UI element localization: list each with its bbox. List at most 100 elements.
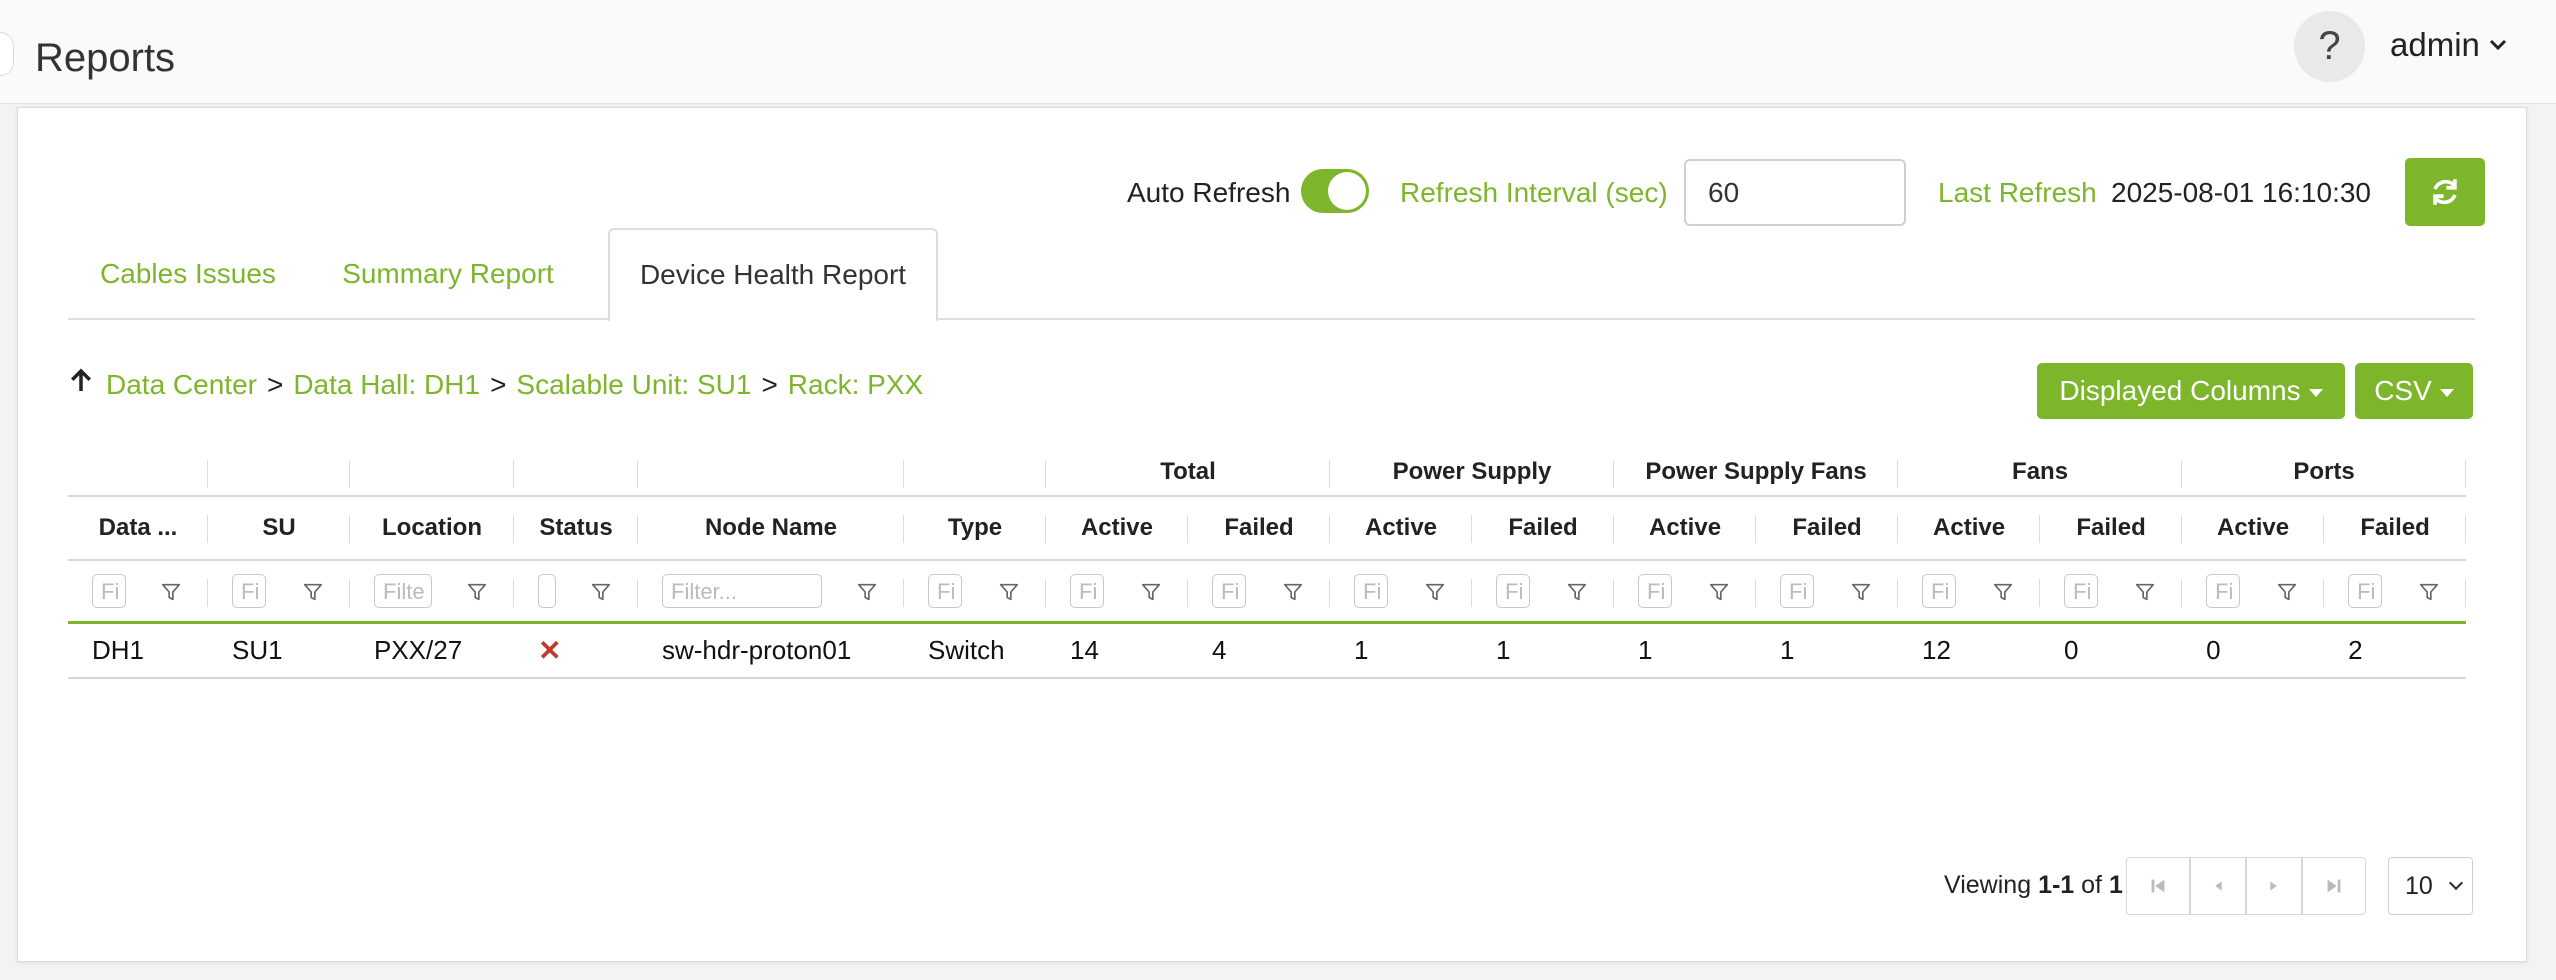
displayed-columns-label: Displayed Columns: [2059, 375, 2301, 406]
prev-page-icon: [2215, 881, 2222, 891]
filter-icon[interactable]: [1140, 581, 1162, 603]
breadcrumb-data-center[interactable]: Data Center: [106, 369, 257, 401]
last-page-icon: [2327, 879, 2341, 893]
filter-icon[interactable]: [2276, 581, 2298, 603]
column-header-node-name[interactable]: Node Name: [638, 496, 904, 561]
prev-page-button[interactable]: [2190, 857, 2246, 915]
filter-icon[interactable]: [1850, 581, 1872, 603]
breadcrumb: Data Center > Data Hall: DH1 > Scalable …: [66, 366, 923, 403]
up-arrow-icon[interactable]: [66, 366, 96, 403]
column-filter-input[interactable]: Filter...: [662, 573, 822, 608]
breadcrumb-scalable-unit[interactable]: Scalable Unit: SU1: [516, 369, 751, 401]
toggle-knob: [1328, 172, 1366, 210]
column-header-ps-active[interactable]: Active: [1330, 496, 1473, 561]
csv-button[interactable]: CSV: [2355, 363, 2473, 419]
tab-summary-report[interactable]: Summary Report: [308, 228, 588, 320]
column-filter-input[interactable]: Fi: [1212, 573, 1246, 608]
viewing-prefix: Viewing: [1944, 871, 2032, 899]
column-header-fans-failed[interactable]: Failed: [2040, 496, 2183, 561]
last-page-button[interactable]: [2302, 857, 2366, 915]
breadcrumb-data-hall[interactable]: Data Hall: DH1: [293, 369, 480, 401]
filter-icon[interactable]: [998, 581, 1020, 603]
auto-refresh-toggle[interactable]: [1301, 169, 1369, 213]
refresh-button[interactable]: [2405, 158, 2485, 226]
filter-icon[interactable]: [302, 581, 324, 603]
group-header: [904, 448, 1046, 497]
tab-cables-issues[interactable]: Cables Issues: [68, 228, 308, 320]
column-header-ps-failed[interactable]: Failed: [1472, 496, 1615, 561]
column-filter-input[interactable]: Fi: [2206, 573, 2241, 608]
displayed-columns-button[interactable]: Displayed Columns: [2037, 363, 2345, 419]
filter-icon[interactable]: [1992, 581, 2014, 603]
column-filter-input[interactable]: Fi: [928, 573, 962, 608]
cell-ports-failed: 2: [2324, 622, 2467, 679]
filter-cell: Fi: [1898, 560, 2041, 624]
column-header-su[interactable]: SU: [208, 496, 350, 561]
column-filter-input[interactable]: Fi: [92, 573, 126, 608]
column-filter-input[interactable]: Fi: [232, 573, 266, 608]
refresh-interval-label: Refresh Interval (sec): [1400, 177, 1668, 208]
column-header-data-hall[interactable]: Data ...: [68, 496, 208, 561]
table-row[interactable]: DH1 SU1 PXX/27 ✕ sw-hdr-proton01 Switch …: [68, 622, 2467, 679]
pagination-summary: Viewing 1-1 of 1: [1944, 871, 2123, 900]
column-header-type[interactable]: Type: [904, 496, 1046, 561]
refresh-interval-input[interactable]: [1684, 159, 1906, 226]
help-button[interactable]: ?: [2294, 11, 2365, 82]
column-filter-input[interactable]: Fi: [1922, 573, 1957, 608]
filter-cell: Fi: [2324, 560, 2467, 624]
column-header-total-failed[interactable]: Failed: [1188, 496, 1331, 561]
sidebar-toggle[interactable]: [0, 32, 14, 76]
user-menu[interactable]: admin: [2390, 26, 2508, 64]
filter-cell: [514, 560, 638, 624]
column-header-status[interactable]: Status: [514, 496, 638, 561]
cell-psf-failed: 1: [1756, 622, 1899, 679]
next-page-button[interactable]: [2246, 857, 2302, 915]
column-header-fans-active[interactable]: Active: [1898, 496, 2041, 561]
group-header: [638, 448, 904, 497]
column-filter-input[interactable]: Filte: [374, 573, 432, 608]
filter-icon[interactable]: [856, 581, 878, 603]
tab-device-health-report[interactable]: Device Health Report: [608, 228, 938, 322]
breadcrumb-separator: >: [761, 368, 778, 400]
filter-cell: Fi: [1046, 560, 1188, 624]
first-page-icon: [2151, 879, 2165, 893]
cell-total-active: 14: [1046, 622, 1188, 679]
column-filter-input[interactable]: Fi: [1354, 573, 1389, 608]
column-header-location[interactable]: Location: [350, 496, 514, 561]
filter-icon[interactable]: [466, 581, 488, 603]
column-filter-input[interactable]: Fi: [1780, 573, 1815, 608]
filter-icon[interactable]: [160, 581, 182, 603]
csv-label: CSV: [2374, 375, 2432, 406]
page-size-select[interactable]: 10: [2388, 857, 2473, 915]
column-filter-input[interactable]: [538, 573, 556, 608]
filter-icon[interactable]: [2134, 581, 2156, 603]
filter-icon[interactable]: [1566, 581, 1588, 603]
group-header-total: Total: [1046, 448, 1331, 497]
filter-cell: Fi: [1472, 560, 1615, 624]
filter-cell: Fi: [208, 560, 350, 624]
column-header-row: Data ... SU Location Status Node Name Ty…: [68, 496, 2467, 561]
first-page-button[interactable]: [2126, 857, 2190, 915]
filter-icon[interactable]: [2418, 581, 2440, 603]
refresh-icon: [2433, 179, 2457, 205]
column-header-total-active[interactable]: Active: [1046, 496, 1188, 561]
cell-location: PXX/27: [350, 622, 514, 679]
filter-icon[interactable]: [1708, 581, 1730, 603]
column-filter-input[interactable]: Fi: [2348, 573, 2383, 608]
filter-icon[interactable]: [590, 581, 612, 603]
column-filter-input[interactable]: Fi: [2064, 573, 2099, 608]
filter-icon[interactable]: [1282, 581, 1304, 603]
column-filter-input[interactable]: Fi: [1070, 573, 1104, 608]
filter-icon[interactable]: [1424, 581, 1446, 603]
breadcrumb-rack[interactable]: Rack: PXX: [788, 369, 923, 401]
column-filter-input[interactable]: Fi: [1496, 573, 1531, 608]
column-header-psf-active[interactable]: Active: [1614, 496, 1757, 561]
cell-psf-active: 1: [1614, 622, 1757, 679]
column-filter-input[interactable]: Fi: [1638, 573, 1673, 608]
error-x-icon: ✕: [538, 634, 562, 666]
column-header-ports-active[interactable]: Active: [2182, 496, 2325, 561]
column-header-psf-failed[interactable]: Failed: [1756, 496, 1899, 561]
filter-cell: Fi: [2182, 560, 2325, 624]
group-header-power-supply-fans: Power Supply Fans: [1614, 448, 1899, 497]
column-header-ports-failed[interactable]: Failed: [2324, 496, 2467, 561]
